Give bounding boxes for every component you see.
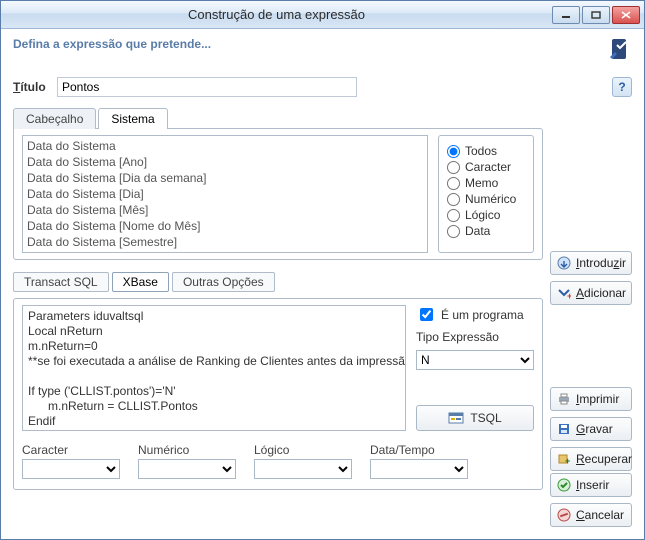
minimize-button[interactable]: [552, 6, 580, 24]
list-item[interactable]: Data do Sistema [Trimestre]: [27, 250, 423, 253]
inserir-button[interactable]: Inserir: [550, 473, 632, 497]
tipo-expressao-label: Tipo Expressão: [416, 330, 534, 344]
content-area: Defina a expressão que pretende... Títul…: [1, 29, 644, 539]
minimize-icon: [561, 11, 571, 19]
title-row: Título ?: [13, 77, 632, 97]
radio-data[interactable]: Data: [447, 224, 525, 238]
subtitle: Defina a expressão que pretende...: [13, 37, 606, 51]
right-buttons-group-2: Imprimir Gravar + Recuperar: [550, 387, 632, 471]
system-fields-list[interactable]: Data do Sistema Data do Sistema [Ano] Da…: [22, 135, 428, 253]
cancel-icon: [557, 508, 571, 522]
tipo-expressao-select[interactable]: N: [416, 350, 534, 370]
combo-datatempo-label: Data/Tempo: [370, 443, 468, 457]
help-button[interactable]: ?: [612, 77, 632, 97]
cancelar-button[interactable]: Cancelar: [550, 503, 632, 527]
tsql-icon: [448, 411, 464, 425]
introduzir-button[interactable]: Introduzir: [550, 251, 632, 275]
subtitle-row: Defina a expressão que pretende...: [13, 37, 632, 63]
wizard-icon: [606, 37, 632, 63]
combo-caracter-label: Caracter: [22, 443, 120, 457]
close-button[interactable]: [612, 6, 640, 24]
code-panel: Parameters iduvaltsql Local nReturn m.nR…: [13, 298, 543, 490]
tsql-button[interactable]: TSQL: [416, 405, 534, 431]
list-item[interactable]: Data do Sistema [Semestre]: [27, 234, 423, 250]
combo-logico: Lógico: [254, 443, 352, 479]
main-left: Cabeçalho Sistema Data do Sistema Data d…: [13, 97, 543, 490]
tab-xbase[interactable]: XBase: [112, 272, 169, 292]
code-row: Parameters iduvaltsql Local nReturn m.nR…: [22, 305, 534, 431]
tsql-button-label: TSQL: [470, 411, 501, 425]
combo-caracter-select[interactable]: [22, 459, 120, 479]
titlebar: Construção de uma expressão: [1, 1, 644, 29]
maximize-icon: [591, 11, 601, 19]
combo-numerico-select[interactable]: [138, 459, 236, 479]
list-item[interactable]: Data do Sistema [Dia da semana]: [27, 170, 423, 186]
maximize-button[interactable]: [582, 6, 610, 24]
right-buttons-group-3: Inserir Cancelar: [550, 473, 632, 527]
code-editor[interactable]: Parameters iduvaltsql Local nReturn m.nR…: [22, 305, 406, 431]
window-controls: [552, 6, 640, 24]
list-item[interactable]: Data do Sistema [Mês]: [27, 202, 423, 218]
close-icon: [621, 11, 631, 19]
window-title: Construção de uma expressão: [1, 7, 552, 22]
radio-logico[interactable]: Lógico: [447, 208, 525, 222]
adicionar-button[interactable]: + Adicionar: [550, 281, 632, 305]
radio-caracter[interactable]: Caracter: [447, 160, 525, 174]
type-filter-group: Todos Caracter Memo Numérico Lógico Data: [438, 135, 534, 253]
list-item[interactable]: Data do Sistema: [27, 138, 423, 154]
save-icon: [557, 422, 571, 436]
gravar-button[interactable]: Gravar: [550, 417, 632, 441]
list-item[interactable]: Data do Sistema [Nome do Mês]: [27, 218, 423, 234]
combo-caracter: Caracter: [22, 443, 120, 479]
expr-tabs: Transact SQL XBase Outras Opções: [13, 272, 543, 292]
svg-text:+: +: [565, 456, 570, 466]
combo-numerico: Numérico: [138, 443, 236, 479]
radio-numerico[interactable]: Numérico: [447, 192, 525, 206]
expression-builder-window: Construção de uma expressão Defina a exp…: [0, 0, 645, 540]
right-buttons-group-1: Introduzir + Adicionar: [550, 251, 632, 305]
help-icon: ?: [618, 80, 625, 94]
recover-icon: +: [557, 452, 571, 466]
upper-tab-body: Data do Sistema Data do Sistema [Ano] Da…: [13, 128, 543, 260]
is-program-check[interactable]: É um programa: [416, 305, 534, 324]
introduce-arrow-icon: [557, 256, 571, 270]
system-row: Data do Sistema Data do Sistema [Ano] Da…: [22, 135, 534, 253]
tab-sistema[interactable]: Sistema: [98, 108, 167, 129]
code-side: É um programa Tipo Expressão N TSQL: [416, 305, 534, 431]
recuperar-button[interactable]: + Recuperar: [550, 447, 632, 471]
upper-tabs: Cabeçalho Sistema: [13, 107, 543, 128]
printer-icon: [557, 392, 571, 406]
ok-check-icon: [557, 478, 571, 492]
radio-memo[interactable]: Memo: [447, 176, 525, 190]
tab-outras-opcoes[interactable]: Outras Opções: [172, 272, 275, 292]
function-combos: Caracter Numérico Lógico Data/Tempo: [22, 443, 534, 479]
is-program-checkbox[interactable]: [420, 308, 433, 321]
add-arrow-icon: +: [557, 286, 571, 300]
combo-datatempo: Data/Tempo: [370, 443, 468, 479]
combo-numerico-label: Numérico: [138, 443, 236, 457]
list-item[interactable]: Data do Sistema [Dia]: [27, 186, 423, 202]
combo-datatempo-select[interactable]: [370, 459, 468, 479]
list-item[interactable]: Data do Sistema [Ano]: [27, 154, 423, 170]
tab-transact-sql[interactable]: Transact SQL: [13, 272, 109, 292]
titulo-label: Título: [13, 80, 51, 94]
titulo-input[interactable]: [57, 77, 357, 97]
is-program-label: É um programa: [441, 308, 524, 322]
radio-todos[interactable]: Todos: [447, 144, 525, 158]
tab-cabecalho[interactable]: Cabeçalho: [13, 108, 96, 129]
combo-logico-label: Lógico: [254, 443, 352, 457]
imprimir-button[interactable]: Imprimir: [550, 387, 632, 411]
combo-logico-select[interactable]: [254, 459, 352, 479]
lower-section: Transact SQL XBase Outras Opções Paramet…: [13, 272, 543, 490]
svg-text:+: +: [567, 291, 571, 300]
